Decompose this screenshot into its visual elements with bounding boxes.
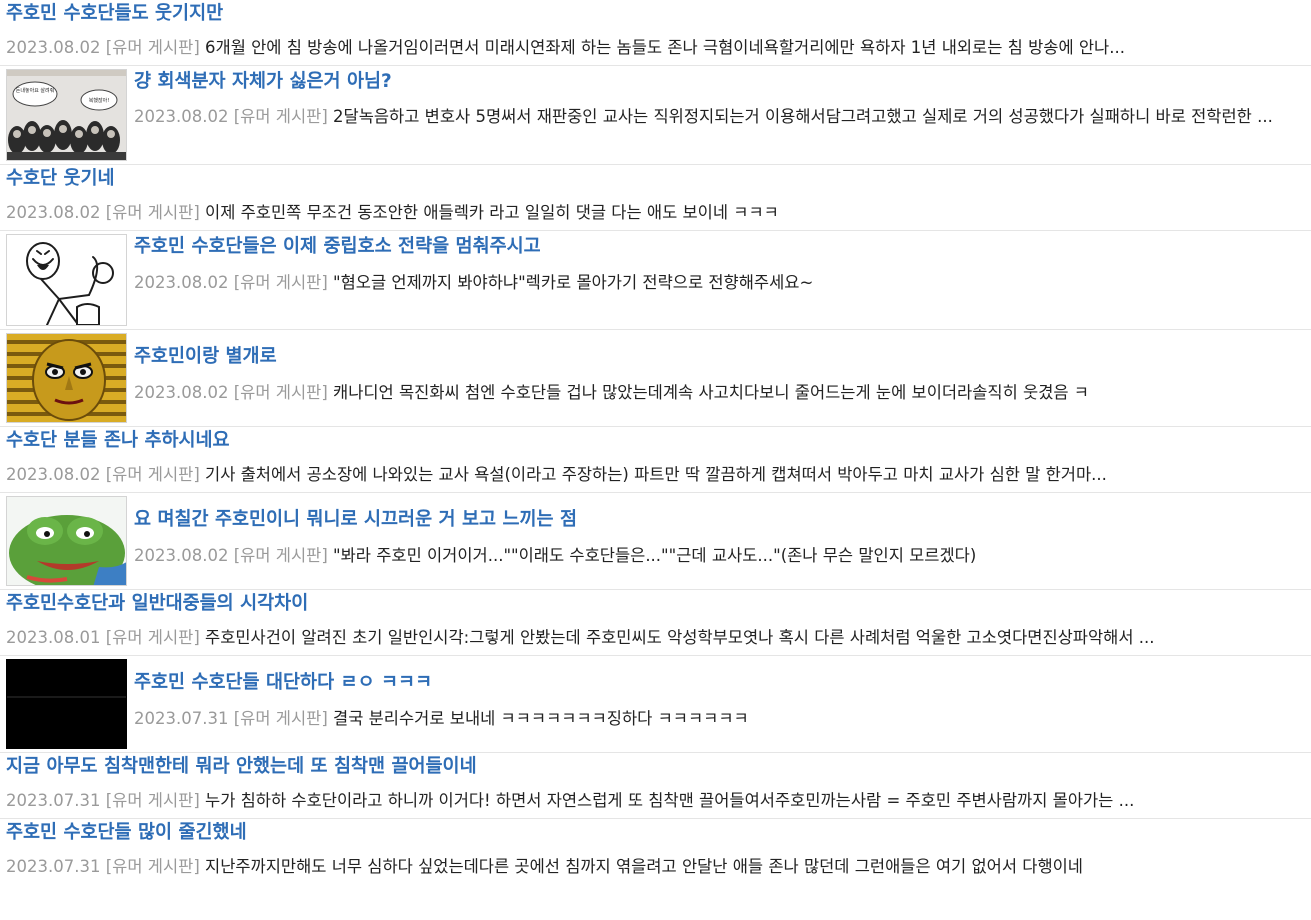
post-meta: 2023.08.02 [유머 게시판] "봐라 주호민 이거이거...""이래도… xyxy=(134,543,1305,568)
post-thumbnail[interactable] xyxy=(6,496,127,586)
golden-mask-thumbnail xyxy=(7,334,126,422)
post-title-link[interactable]: 주호민 수호단들 많이 줄긴했네 xyxy=(6,820,1305,846)
list-item: 주호민수호단과 일반대중들의 시각차이 2023.08.01 [유머 게시판] … xyxy=(0,590,1311,656)
pepe-frog-thumbnail xyxy=(7,497,126,585)
post-thumbnail[interactable]: 돈내놓아요 살려줘 복했잖아! xyxy=(6,69,127,161)
post-meta: 2023.08.02 [유머 게시판] "혐오글 언제까지 봐야하냐"렉카로 몰… xyxy=(134,270,1305,295)
post-excerpt: 기사 출처에서 공소장에 나와있는 교사 욕설(이라고 주장하는) 파트만 딱 … xyxy=(205,465,1107,484)
svg-text:복했잖아!: 복했잖아! xyxy=(89,97,109,104)
post-meta: 2023.07.31 [유머 게시판] 누가 침하하 수호단이라고 하니까 이거… xyxy=(6,788,1305,813)
board-name: [유머 게시판] xyxy=(233,273,328,292)
post-excerpt: "혐오글 언제까지 봐야하냐"렉카로 몰아가기 전략으로 전향해주세요~ xyxy=(333,273,814,292)
list-item: 돈내놓아요 살려줘 복했잖아! 걍 회색분자 자체가 싫은거 아님? 2023.… xyxy=(0,66,1311,165)
post-meta: 2023.07.31 [유머 게시판] 지난주까지만해도 너무 심하다 싶었는데… xyxy=(6,854,1305,879)
list-item: 수호단 분들 존나 추하시네요 2023.08.02 [유머 게시판] 기사 출… xyxy=(0,427,1311,493)
list-item: 주호민 수호단들 대단하다 ㄹㅇ ㅋㅋㅋ 2023.07.31 [유머 게시판]… xyxy=(0,656,1311,753)
post-date: 2023.08.02 xyxy=(134,107,229,126)
post-excerpt: 이제 주호민쪽 무조건 동조안한 애들렉카 라고 일일히 댓글 다는 애도 보이… xyxy=(205,203,779,222)
post-title-link[interactable]: 주호민수호단과 일반대중들의 시각차이 xyxy=(6,591,1305,617)
svg-text:돈내놓아요 살려줘: 돈내놓아요 살려줘 xyxy=(16,87,54,94)
board-name: [유머 게시판] xyxy=(105,465,200,484)
post-title-link[interactable]: 걍 회색분자 자체가 싫은거 아님? xyxy=(134,69,1305,95)
board-name: [유머 게시판] xyxy=(105,857,200,876)
post-date: 2023.08.02 xyxy=(6,38,101,57)
post-meta: 2023.08.02 [유머 게시판] 6개월 안에 침 방송에 나올거임이러면… xyxy=(6,35,1305,60)
post-thumbnail[interactable] xyxy=(6,659,127,749)
post-title-link[interactable]: 수호단 웃기네 xyxy=(6,166,1305,192)
list-item: 주호민 수호단들 많이 줄긴했네 2023.07.31 [유머 게시판] 지난주… xyxy=(0,819,1311,879)
post-title-link[interactable]: 지금 아무도 침착맨한테 뭐라 안했는데 또 침착맨 끌어들이네 xyxy=(6,754,1305,780)
list-item: 주호민 수호단들은 이제 중립호소 전략을 멈춰주시고 2023.08.02 [… xyxy=(0,231,1311,330)
post-date: 2023.08.02 xyxy=(134,383,229,402)
post-list: 주호민 수호단들도 웃기지만 2023.08.02 [유머 게시판] 6개월 안… xyxy=(0,0,1311,879)
post-title-link[interactable]: 주호민이랑 별개로 xyxy=(134,344,1305,370)
post-date: 2023.07.31 xyxy=(6,857,101,876)
post-date: 2023.07.31 xyxy=(6,791,101,810)
post-meta: 2023.08.02 [유머 게시판] 2달녹음하고 변호사 5명써서 재판중인… xyxy=(134,103,1305,130)
post-excerpt: 누가 침하하 수호단이라고 하니까 이거다! 하면서 자연스럽게 또 침착맨 끌… xyxy=(205,791,1135,810)
board-name: [유머 게시판] xyxy=(105,38,200,57)
list-item: 주호민이랑 별개로 2023.08.02 [유머 게시판] 캐나디언 목진화씨 … xyxy=(0,330,1311,427)
post-thumbnail[interactable] xyxy=(6,234,127,326)
board-name: [유머 게시판] xyxy=(233,383,328,402)
board-name: [유머 게시판] xyxy=(233,546,328,565)
post-meta: 2023.08.02 [유머 게시판] 기사 출처에서 공소장에 나와있는 교사… xyxy=(6,462,1305,487)
post-date: 2023.08.02 xyxy=(134,273,229,292)
post-title-link[interactable]: 주호민 수호단들 대단하다 ㄹㅇ ㅋㅋㅋ xyxy=(134,670,1305,696)
post-date: 2023.08.01 xyxy=(6,628,101,647)
post-meta: 2023.08.02 [유머 게시판] 캐나디언 목진화씨 첨엔 수호단들 겁나… xyxy=(134,380,1305,405)
post-date: 2023.08.02 xyxy=(134,546,229,565)
list-item: 주호민 수호단들도 웃기지만 2023.08.02 [유머 게시판] 6개월 안… xyxy=(0,0,1311,66)
list-item: 요 며칠간 주호민이니 뭐니로 시끄러운 거 보고 느끼는 점 2023.08.… xyxy=(0,493,1311,590)
post-excerpt: 결국 분리수거로 보내네 ㅋㅋㅋㅋㅋㅋㅋ징하다 ㅋㅋㅋㅋㅋㅋ xyxy=(333,709,749,728)
post-meta: 2023.08.02 [유머 게시판] 이제 주호민쪽 무조건 동조안한 애들렉… xyxy=(6,200,1305,225)
post-excerpt: "봐라 주호민 이거이거...""이래도 수호단들은...""근데 교사도...… xyxy=(333,546,977,565)
board-name: [유머 게시판] xyxy=(105,791,200,810)
post-excerpt: 6개월 안에 침 방송에 나올거임이러면서 미래시연좌제 하는 놈들도 존나 극… xyxy=(205,38,1125,57)
list-item: 수호단 웃기네 2023.08.02 [유머 게시판] 이제 주호민쪽 무조건 … xyxy=(0,165,1311,231)
board-name: [유머 게시판] xyxy=(233,709,328,728)
post-date: 2023.08.02 xyxy=(6,465,101,484)
post-excerpt: 주호민사건이 알려진 초기 일반인시각:그렇게 안봤는데 주호민씨도 악성학부모… xyxy=(205,628,1155,647)
post-excerpt: 캐나디언 목진화씨 첨엔 수호단들 겁나 많았는데계속 사고치다보니 줄어드는게… xyxy=(333,383,1089,402)
post-date: 2023.07.31 xyxy=(134,709,229,728)
post-title-link[interactable]: 요 며칠간 주호민이니 뭐니로 시끄러운 거 보고 느끼는 점 xyxy=(134,507,1305,533)
post-title-link[interactable]: 주호민 수호단들도 웃기지만 xyxy=(6,1,1305,27)
post-meta: 2023.08.01 [유머 게시판] 주호민사건이 알려진 초기 일반인시각:… xyxy=(6,625,1305,650)
comic-thumbnail: 돈내놓아요 살려줘 복했잖아! xyxy=(7,70,126,160)
post-date: 2023.08.02 xyxy=(6,203,101,222)
post-excerpt: 지난주까지만해도 너무 심하다 싶었는데다른 곳에선 침까지 엮을려고 안달난 … xyxy=(205,857,1083,876)
board-name: [유머 게시판] xyxy=(105,203,200,222)
black-thumbnail xyxy=(7,660,126,748)
board-name: [유머 게시판] xyxy=(105,628,200,647)
list-item: 지금 아무도 침착맨한테 뭐라 안했는데 또 침착맨 끌어들이네 2023.07… xyxy=(0,753,1311,819)
post-excerpt: 2달녹음하고 변호사 5명써서 재판중인 교사는 직위정지되는거 이용해서담그려… xyxy=(333,107,1273,126)
post-thumbnail[interactable] xyxy=(6,333,127,423)
board-name: [유머 게시판] xyxy=(233,107,328,126)
post-meta: 2023.07.31 [유머 게시판] 결국 분리수거로 보내네 ㅋㅋㅋㅋㅋㅋㅋ… xyxy=(134,706,1305,731)
post-title-link[interactable]: 수호단 분들 존나 추하시네요 xyxy=(6,428,1305,454)
post-title-link[interactable]: 주호민 수호단들은 이제 중립호소 전략을 멈춰주시고 xyxy=(134,234,1305,260)
stick-figure-thumbnail xyxy=(7,235,126,325)
